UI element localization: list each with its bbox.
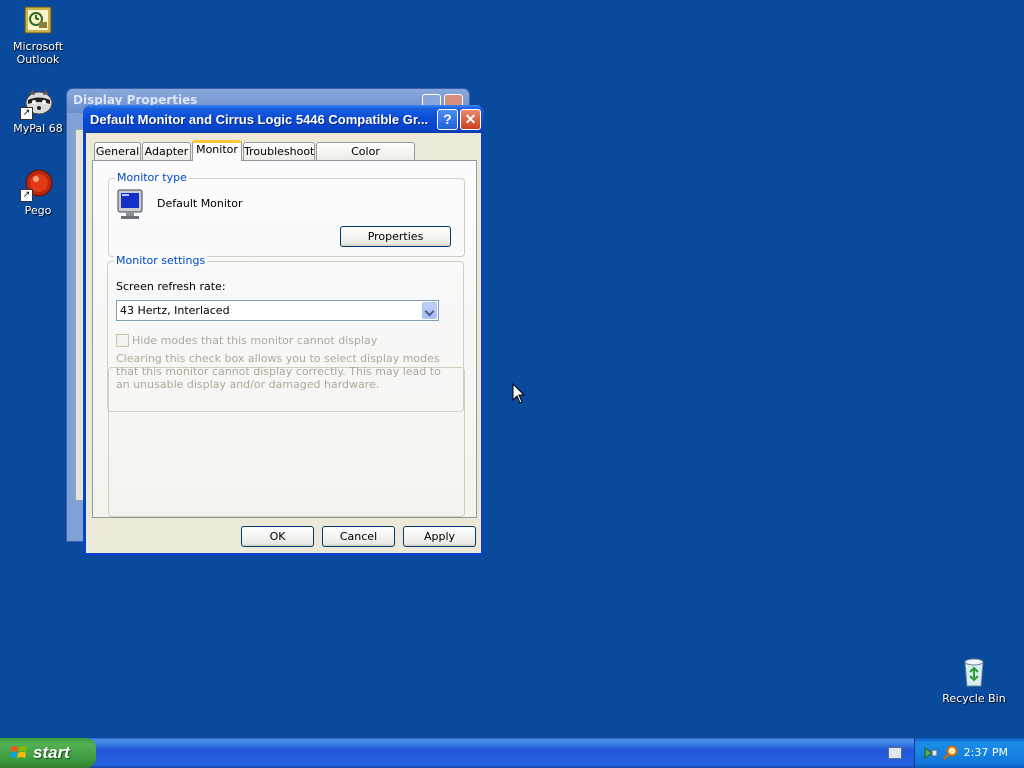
monitor-settings-label: Monitor settings xyxy=(114,254,208,267)
keyboard-language-icon[interactable] xyxy=(888,747,902,759)
desktop-icon-outlook[interactable]: Microsoft Outlook xyxy=(0,4,76,66)
monitor-settings-box: Monitor settings Screen refresh rate: 43… xyxy=(107,254,464,412)
monitor-type-label: Monitor type xyxy=(115,171,189,184)
mypal-raccoon-icon: ↗ xyxy=(20,86,54,120)
start-label: start xyxy=(33,743,70,762)
ok-button[interactable]: OK xyxy=(241,526,314,547)
network-icon[interactable] xyxy=(923,745,939,761)
monitor-name: Default Monitor xyxy=(157,197,243,210)
desktop-icon-pego[interactable]: ↗ Pego xyxy=(0,168,76,217)
recycle-bin-icon xyxy=(958,656,990,688)
system-tray: 2:37 PM xyxy=(914,738,1024,768)
outlook-icon xyxy=(22,4,54,36)
monitor-type-group: Monitor type Default Monitor Properties xyxy=(108,171,465,257)
help-button[interactable]: ? xyxy=(437,109,458,130)
dialog-title: Default Monitor and Cirrus Logic 5446 Co… xyxy=(90,112,429,127)
desktop-icon-label: Microsoft Outlook xyxy=(12,40,64,66)
tab-color-management[interactable]: Color Management xyxy=(316,142,415,175)
desktop-icon-label: Recycle Bin xyxy=(942,692,1006,705)
refresh-rate-value: 43 Hertz, Interlaced xyxy=(120,304,230,317)
desktop-icon-label: MyPal 68 xyxy=(13,122,63,135)
start-button[interactable]: start xyxy=(0,738,96,768)
clock[interactable]: 2:37 PM xyxy=(964,746,1008,759)
shortcut-arrow-icon: ↗ xyxy=(20,107,33,120)
tab-adapter[interactable]: Adapter xyxy=(142,142,191,160)
taskbar: start 2:37 PM xyxy=(0,738,1024,768)
windows-flag-icon xyxy=(10,745,28,761)
tab-monitor[interactable]: Monitor xyxy=(192,140,242,161)
apply-button[interactable]: Apply xyxy=(403,526,476,547)
monitor-properties-dialog: Default Monitor and Cirrus Logic 5446 Co… xyxy=(83,105,484,556)
refresh-rate-label: Screen refresh rate: xyxy=(116,280,226,293)
tab-troubleshoot[interactable]: Troubleshoot xyxy=(243,142,315,160)
hide-modes-description: Clearing this check box allows you to se… xyxy=(116,352,441,391)
close-button[interactable]: ✕ xyxy=(460,109,481,130)
hide-modes-checkbox[interactable] xyxy=(116,334,129,347)
tab-general[interactable]: General xyxy=(94,142,141,160)
refresh-rate-select[interactable]: 43 Hertz, Interlaced xyxy=(116,300,439,321)
monitor-icon xyxy=(117,189,143,221)
pego-icon: ↗ xyxy=(20,168,54,202)
hide-modes-label: Hide modes that this monitor cannot disp… xyxy=(132,334,378,347)
chevron-down-icon[interactable] xyxy=(422,302,437,319)
desktop-icon-recycle-bin[interactable]: Recycle Bin xyxy=(936,656,1012,705)
cancel-button[interactable]: Cancel xyxy=(322,526,395,547)
search-icon[interactable] xyxy=(943,745,959,761)
desktop-icon-label: Pego xyxy=(24,204,52,217)
desktop-icon-mypal[interactable]: ↗ MyPal 68 xyxy=(0,86,76,135)
shortcut-arrow-icon: ↗ xyxy=(20,189,33,202)
dialog-titlebar[interactable]: Default Monitor and Cirrus Logic 5446 Co… xyxy=(83,105,484,133)
properties-button[interactable]: Properties xyxy=(340,226,451,247)
mouse-cursor-icon xyxy=(512,382,526,405)
